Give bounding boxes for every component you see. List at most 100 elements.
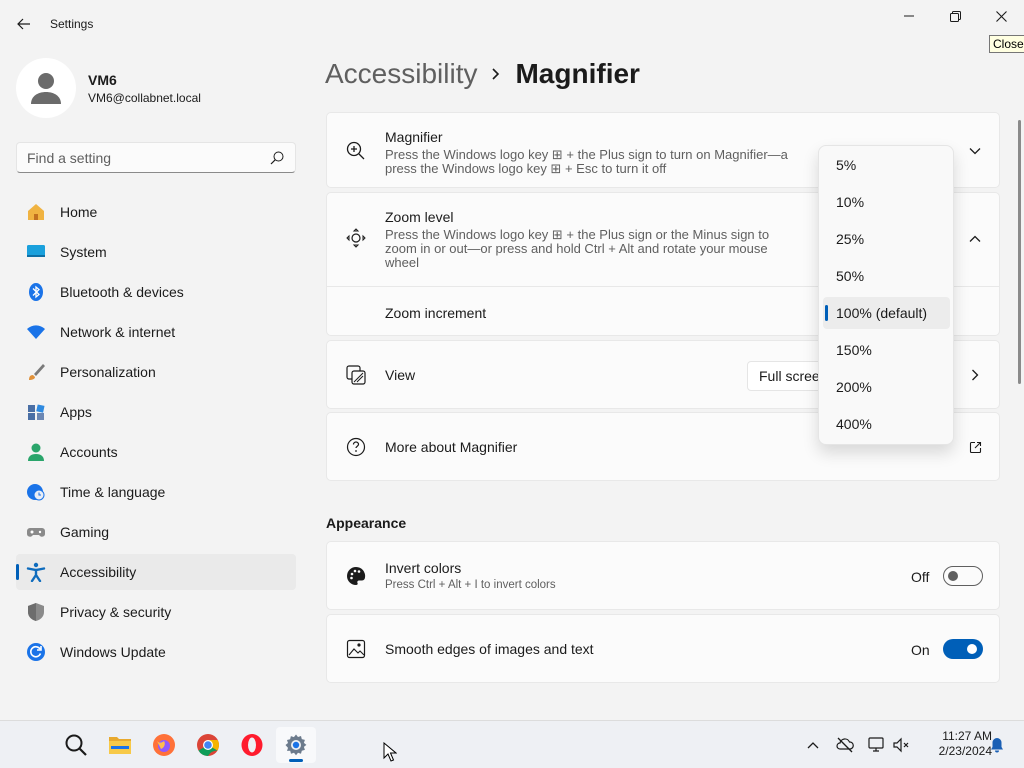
invert-colors-state: Off	[911, 569, 930, 585]
notification-bell-icon[interactable]	[987, 735, 1007, 755]
sidebar-item-windows-update[interactable]: Windows Update	[16, 634, 296, 670]
apps-icon	[26, 402, 46, 422]
breadcrumb-parent-link[interactable]: Accessibility	[325, 58, 477, 90]
sidebar-item-system[interactable]: System	[16, 234, 296, 270]
sidebar-item-gaming[interactable]: Gaming	[16, 514, 296, 550]
close-tooltip: Close	[989, 35, 1024, 53]
zoom-increment-dropdown: 5% 10% 25% 50% 100% (default) 150% 200% …	[818, 145, 954, 445]
restore-button[interactable]	[932, 0, 978, 32]
zoom-level-description-line3: wheel	[385, 255, 419, 270]
wifi-icon	[26, 322, 46, 342]
arrow-left-icon	[17, 18, 30, 30]
search-box[interactable]	[16, 142, 296, 173]
sidebar-item-time-language[interactable]: Time & language	[16, 474, 296, 510]
taskbar-file-explorer[interactable]	[100, 727, 140, 763]
chrome-icon	[197, 734, 219, 756]
back-button[interactable]	[10, 10, 38, 38]
taskbar-chrome[interactable]	[188, 727, 228, 763]
breadcrumb: Accessibility Magnifier	[325, 58, 640, 90]
chevron-right-icon	[491, 67, 501, 81]
restore-icon	[949, 10, 961, 22]
chevron-up-icon[interactable]	[967, 231, 983, 247]
sidebar-item-label: System	[60, 244, 107, 260]
smooth-edges-card: Smooth edges of images and text On	[326, 614, 1000, 683]
appearance-section-title: Appearance	[326, 515, 407, 531]
search-icon	[65, 734, 87, 756]
settings-window: Settings Close VM6 VM6@collabnet.local H…	[0, 0, 1024, 720]
sidebar-item-apps[interactable]: Apps	[16, 394, 296, 430]
search-input[interactable]	[27, 150, 257, 166]
invert-colors-description: Press Ctrl + Alt + I to invert colors	[385, 579, 556, 591]
sidebar-item-label: Apps	[60, 404, 92, 420]
sidebar-item-home[interactable]: Home	[16, 194, 296, 230]
invert-colors-card: Invert colors Press Ctrl + Alt + I to in…	[326, 541, 1000, 610]
sidebar-item-accessibility[interactable]: Accessibility	[16, 554, 296, 590]
user-name: VM6	[88, 72, 117, 88]
brush-icon	[26, 362, 46, 382]
help-icon	[345, 436, 367, 458]
smooth-edges-toggle[interactable]	[943, 639, 983, 659]
title-bar: Settings	[0, 0, 1024, 48]
sidebar-item-bluetooth[interactable]: Bluetooth & devices	[16, 274, 296, 310]
clock[interactable]: 11:27 AM 2/23/2024	[916, 729, 992, 759]
page-title: Magnifier	[515, 58, 640, 89]
close-button[interactable]	[978, 0, 1024, 32]
taskbar-search-button[interactable]	[56, 727, 96, 763]
sidebar-item-label: Privacy & security	[60, 604, 172, 620]
zoom-increment-label: Zoom increment	[385, 305, 487, 321]
zoom-option-5[interactable]: 5%	[823, 149, 950, 181]
zoom-level-description-line2: zoom in or out—or press and hold Ctrl + …	[385, 241, 768, 256]
zoom-level-title: Zoom level	[385, 209, 454, 225]
sidebar-item-label: Personalization	[60, 364, 156, 380]
sidebar-nav: Home System Bluetooth & devices Network …	[16, 194, 296, 674]
cloud-offline-icon[interactable]	[835, 735, 855, 755]
main-scrollbar[interactable]	[1018, 120, 1021, 384]
zoom-option-150[interactable]: 150%	[823, 334, 950, 366]
zoom-option-50[interactable]: 50%	[823, 260, 950, 292]
magnifier-icon	[345, 140, 367, 162]
zoom-option-25[interactable]: 25%	[823, 223, 950, 255]
zoom-option-400[interactable]: 400%	[823, 408, 950, 440]
external-link-icon[interactable]	[967, 439, 983, 455]
zoom-level-description-line1: Press the Windows logo key ⊞ + the Plus …	[385, 227, 770, 242]
chevron-right-icon[interactable]	[967, 367, 983, 383]
network-icon[interactable]	[867, 735, 887, 755]
taskbar-opera[interactable]	[232, 727, 272, 763]
sidebar-item-label: Bluetooth & devices	[60, 284, 184, 300]
clock-date: 2/23/2024	[938, 744, 992, 758]
sidebar-item-network[interactable]: Network & internet	[16, 314, 296, 350]
magnifier-description-line1: Press the Windows logo key ⊞ + the Plus …	[385, 147, 788, 162]
volume-muted-icon[interactable]	[891, 735, 911, 755]
invert-colors-title: Invert colors	[385, 560, 462, 576]
accessibility-icon	[26, 562, 46, 582]
sidebar-item-personalization[interactable]: Personalization	[16, 354, 296, 390]
search-icon	[270, 151, 284, 165]
palette-icon	[345, 565, 367, 587]
toggle-knob	[948, 571, 958, 581]
zoom-option-200[interactable]: 200%	[823, 371, 950, 403]
close-icon	[995, 10, 1007, 22]
chevron-down-icon[interactable]	[967, 143, 983, 159]
avatar[interactable]	[16, 58, 76, 118]
sidebar-item-label: Accounts	[60, 444, 118, 460]
firefox-icon	[153, 734, 175, 756]
smooth-edges-title: Smooth edges of images and text	[385, 641, 594, 657]
sidebar-item-label: Network & internet	[60, 324, 176, 340]
taskbar-firefox[interactable]	[144, 727, 184, 763]
chevron-up-icon[interactable]	[803, 735, 823, 755]
zoom-move-icon	[345, 227, 367, 249]
invert-colors-toggle[interactable]	[943, 566, 983, 586]
toggle-knob	[967, 644, 977, 654]
taskbar-settings[interactable]	[276, 727, 316, 763]
user-email: VM6@collabnet.local	[88, 91, 201, 105]
zoom-option-100-default[interactable]: 100% (default)	[823, 297, 950, 329]
sidebar-item-label: Home	[60, 204, 98, 220]
zoom-option-10[interactable]: 10%	[823, 186, 950, 218]
gamepad-icon	[26, 522, 46, 542]
sidebar-item-accounts[interactable]: Accounts	[16, 434, 296, 470]
sidebar-item-label: Windows Update	[60, 644, 166, 660]
sidebar-item-label: Gaming	[60, 524, 110, 540]
minimize-icon	[904, 15, 914, 17]
minimize-button[interactable]	[886, 0, 932, 32]
sidebar-item-privacy-security[interactable]: Privacy & security	[16, 594, 296, 630]
